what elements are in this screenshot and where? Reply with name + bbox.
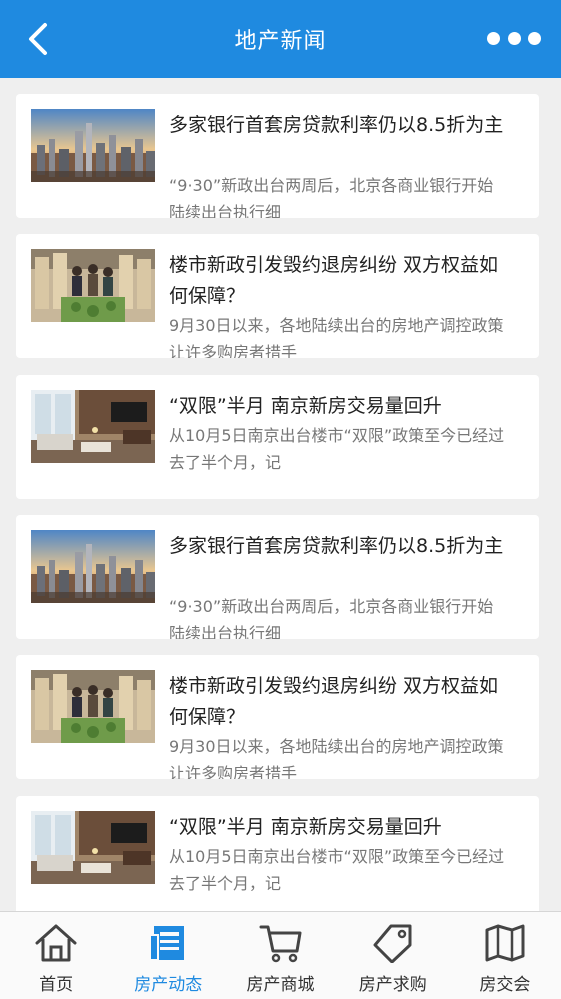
more-dots-icon-dot [507,31,521,45]
news-title[interactable]: “双限”半月 南京新房交易量回升 [169,812,509,843]
city-skyline-thumbnail [31,530,155,603]
tab-mall[interactable]: 房产商城 [224,912,336,999]
tab-label: 房交会 [479,975,531,995]
more-dots-icon [487,31,500,45]
cart-icon [258,922,304,964]
news-summary: 从10月5日南京出台楼市“双限”政策至今已经过去了半个月，记 [169,847,505,893]
chevron-left-icon [29,23,47,55]
news-summary: 9月30日以来，各地陆续出台的房地产调控政策让许多购房者措手 [169,316,504,358]
property-model-thumbnail [31,249,155,322]
bottom-tab-bar: 首页 房产动态 房产商城 房产求购 房交会 [0,911,561,999]
news-item[interactable]: “双限”半月 南京新房交易量回升 从10月5日南京出台楼市“双限”政策至今已经过… [16,375,539,499]
news-summary: 从10月5日南京出台楼市“双限”政策至今已经过去了半个月，记 [169,426,505,472]
news-title[interactable]: 楼市新政引发毁约退房纠纷 双方权益如何保障？ [169,250,509,312]
map-icon [482,922,528,964]
living-room-thumbnail [31,811,155,884]
news-title[interactable]: “双限”半月 南京新房交易量回升 [169,391,509,422]
app-header: 地产新闻 [0,0,561,78]
news-summary: “9·30”新政出台两周后，北京各商业银行开始陆续出台执行细 [169,176,494,218]
news-item[interactable]: 多家银行首套房贷款利率仍以8.5折为主 “9·30”新政出台两周后，北京各商业银… [16,515,539,639]
news-item[interactable]: “双限”半月 南京新房交易量回升 从10月5日南京出台楼市“双限”政策至今已经过… [16,796,539,911]
tag-icon [370,922,416,964]
news-list[interactable]: 多家银行首套房贷款利率仍以8.5折为主 “9·30”新政出台两周后，北京各商业银… [0,78,561,911]
more-dots-icon-dot [528,31,541,45]
news-item[interactable]: 楼市新政引发毁约退房纠纷 双方权益如何保障？ 9月30日以来，各地陆续出台的房地… [16,234,539,358]
tab-label: 房产商城 [246,975,315,995]
tab-label: 首页 [39,975,74,995]
news-title[interactable]: 多家银行首套房贷款利率仍以8.5折为主 [169,531,509,562]
property-model-thumbnail [31,670,155,743]
tab-expo[interactable]: 房交会 [449,912,561,999]
tab-wanted[interactable]: 房产求购 [337,912,449,999]
tab-label: 房产动态 [134,975,203,995]
news-summary: “9·30”新政出台两周后，北京各商业银行开始陆续出台执行细 [169,597,494,639]
home-icon [33,922,79,964]
news-item[interactable]: 楼市新政引发毁约退房纠纷 双方权益如何保障？ 9月30日以来，各地陆续出台的房地… [16,655,539,779]
news-icon [145,922,191,964]
more-button[interactable] [487,24,541,52]
page-title: 地产新闻 [234,29,327,54]
news-summary: 9月30日以来，各地陆续出台的房地产调控政策让许多购房者措手 [169,737,504,779]
news-item[interactable]: 多家银行首套房贷款利率仍以8.5折为主 “9·30”新政出台两周后，北京各商业银… [16,94,539,218]
living-room-thumbnail [31,390,155,463]
tab-label: 房产求购 [358,975,427,995]
city-skyline-thumbnail [31,109,155,182]
tab-home[interactable]: 首页 [0,912,112,999]
tab-news[interactable]: 房产动态 [112,912,224,999]
news-title[interactable]: 楼市新政引发毁约退房纠纷 双方权益如何保障？ [169,671,509,733]
back-button[interactable] [18,19,58,59]
news-title[interactable]: 多家银行首套房贷款利率仍以8.5折为主 [169,110,509,141]
